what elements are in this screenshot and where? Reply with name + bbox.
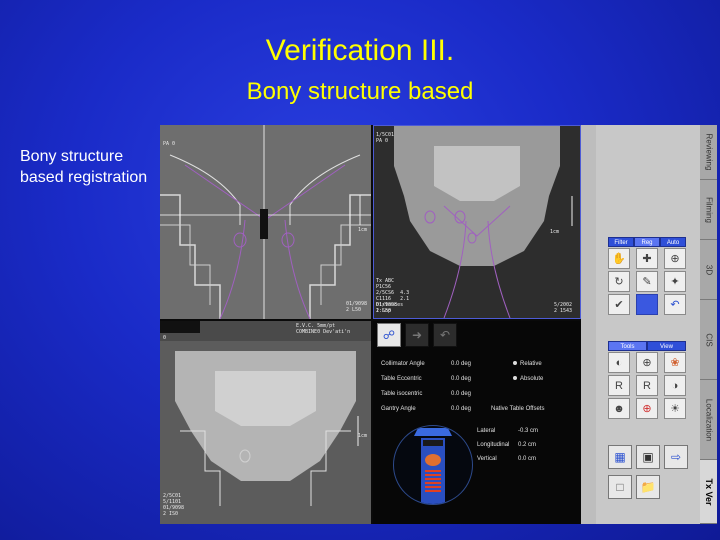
slide-subtitle: Bony structure based [246, 78, 474, 105]
application-screenshot: PA 0 1cm 01/9098 2 L50 1/5C01 PA 0 Tx AB… [160, 125, 717, 524]
magic-icon[interactable]: ✦ [664, 271, 686, 292]
collimator-angle-value: 0.0 deg [451, 361, 472, 367]
absolute-radio-dot [513, 376, 517, 381]
layout-icon[interactable]: ▦ [608, 445, 632, 469]
relative-radio-label: Relative [520, 361, 542, 367]
registration-tools: ✋ ✚ ⊕ ↻ ✎ ✦ ✔ ↶ [608, 248, 690, 315]
overlay-image [160, 321, 371, 524]
longitudinal-value: 0.2 cm [518, 442, 537, 448]
tab-localization[interactable]: Localization [700, 380, 717, 460]
view-tools: ◐ ⊕ ❀ R R ◑ ☻ ⊕ ☀ [608, 352, 690, 419]
portal-footer-right: 5/2002 2 1543 [554, 302, 573, 314]
collimator-angle-label: Collimator Angle [381, 361, 425, 367]
drr-ruler-label: 1cm [358, 227, 368, 233]
overlay-footer: 2/5C01 5/1101 01/9098 2 IS0 [163, 493, 185, 517]
overlay-header: E.V.C. 5mm/pt COMBINE0 Dev'ati'n [296, 323, 351, 335]
link-icon[interactable]: ☍ [377, 323, 401, 347]
table-isocentric-value: 0.0 deg [451, 391, 472, 397]
draw-icon[interactable]: ✎ [636, 271, 658, 292]
drr-view[interactable]: PA 0 1cm 01/9098 2 L50 [160, 125, 371, 319]
rotate-right-icon[interactable]: R [608, 375, 630, 396]
longitudinal-label: Longitudinal [477, 442, 510, 448]
tab-cis[interactable]: CIS [700, 300, 717, 380]
rotate-icon[interactable]: ↻ [608, 271, 630, 292]
select-icon[interactable]: □ [608, 475, 632, 499]
overlay-ruler-label: 1cm [358, 433, 368, 439]
couch-position-diagram [393, 425, 473, 505]
flip-icon[interactable]: R [636, 375, 658, 396]
portal-footer-left: 01/9098 2 L50 [376, 302, 398, 314]
tab-filming[interactable]: Filming [700, 180, 717, 240]
tab-auto[interactable]: Auto [660, 237, 686, 247]
side-caption: Bony structure based registration [20, 148, 148, 186]
drr-footer: 01/9098 2 L50 [346, 301, 368, 313]
lateral-label: Lateral [477, 428, 496, 434]
drr-label: PA 0 [163, 141, 176, 147]
brightness-icon[interactable]: ☀ [664, 398, 686, 419]
tab-reg[interactable]: Reg [634, 237, 660, 247]
filter-reg-auto-tabs: Filter Reg Auto [608, 237, 686, 247]
tab-reviewing[interactable]: Reviewing [700, 125, 717, 180]
drr-image [160, 125, 371, 319]
tab-filter[interactable]: Filter [608, 237, 634, 247]
zoom-icon[interactable]: ⊕ [636, 352, 658, 373]
tools-view-tabs: Tools View [608, 341, 686, 351]
table-isocentric-label: Table isocentric [381, 391, 423, 397]
brain-icon[interactable]: ❀ [664, 352, 686, 373]
table-offsets-panel: ☍ ➜ ↶ Collimator Angle 0.0 deg Relative … [373, 321, 581, 524]
overlay-view[interactable]: E.V.C. 5mm/pt COMBINE0 Dev'ati'n 0 1cm 2… [160, 321, 371, 524]
couch-graphic [414, 428, 452, 504]
head-icon[interactable]: ☻ [608, 398, 630, 419]
side-tabs: Reviewing Filming 3D CIS Localization Tx… [700, 125, 717, 524]
measure-icon[interactable]: ✔ [608, 294, 630, 315]
grid-icon[interactable]: ▣ [636, 445, 660, 469]
table-eccentric-value: 0.0 deg [451, 376, 472, 382]
target-icon[interactable]: ⊕ [664, 248, 686, 269]
relative-radio-dot [513, 361, 517, 366]
tab-tools[interactable]: Tools [608, 341, 647, 351]
window-level-icon[interactable]: ◐ [608, 352, 630, 373]
arrow-right-icon[interactable]: ⇨ [664, 445, 688, 469]
undo-icon[interactable]: ↶ [433, 323, 457, 347]
crosshair-icon[interactable]: ✚ [636, 248, 658, 269]
vertical-label: Vertical [477, 456, 497, 462]
lateral-value: -0.3 cm [518, 428, 539, 434]
gantry-angle-label: Gantry Angle [381, 406, 416, 412]
portal-header: 1/5C01 PA 0 [376, 132, 395, 144]
overlay-label: 0 [163, 335, 167, 341]
absolute-radio-label: Absolute [520, 376, 544, 382]
crosshair-view-icon[interactable]: ⊕ [636, 398, 658, 419]
absolute-radio[interactable]: Absolute [513, 376, 543, 382]
move-icon[interactable]: ➜ [405, 323, 429, 347]
empty-slot [636, 294, 658, 315]
folder-icon[interactable]: 📁 [636, 475, 660, 499]
tab-3d[interactable]: 3D [700, 240, 717, 300]
relative-radio[interactable]: Relative [513, 361, 542, 367]
panel-divider [581, 125, 596, 524]
contrast-icon[interactable]: ◑ [664, 375, 686, 396]
undo-tool-icon[interactable]: ↶ [664, 294, 686, 315]
table-eccentric-label: Table Eccentric [381, 376, 422, 382]
tool-panel: Filter Reg Auto ✋ ✚ ⊕ ↻ ✎ ✦ ✔ ↶ Tools Vi… [596, 125, 700, 524]
portal-image-view[interactable]: 1/5C01 PA 0 Tx ABC P1C56 2/5CS6 4.3 C111… [373, 125, 581, 319]
offsets-title: Native Table Offsets [491, 406, 545, 412]
portal-ruler-label: 1cm [550, 229, 560, 235]
pan-tool-icon[interactable]: ✋ [608, 248, 630, 269]
vertical-value: 0.0 cm [518, 456, 537, 462]
slide-title: Verification III. [265, 34, 455, 67]
tab-tx-ver[interactable]: Tx Ver [700, 460, 717, 524]
gantry-angle-value: 0.0 deg [451, 406, 472, 412]
tab-view[interactable]: View [647, 341, 686, 351]
